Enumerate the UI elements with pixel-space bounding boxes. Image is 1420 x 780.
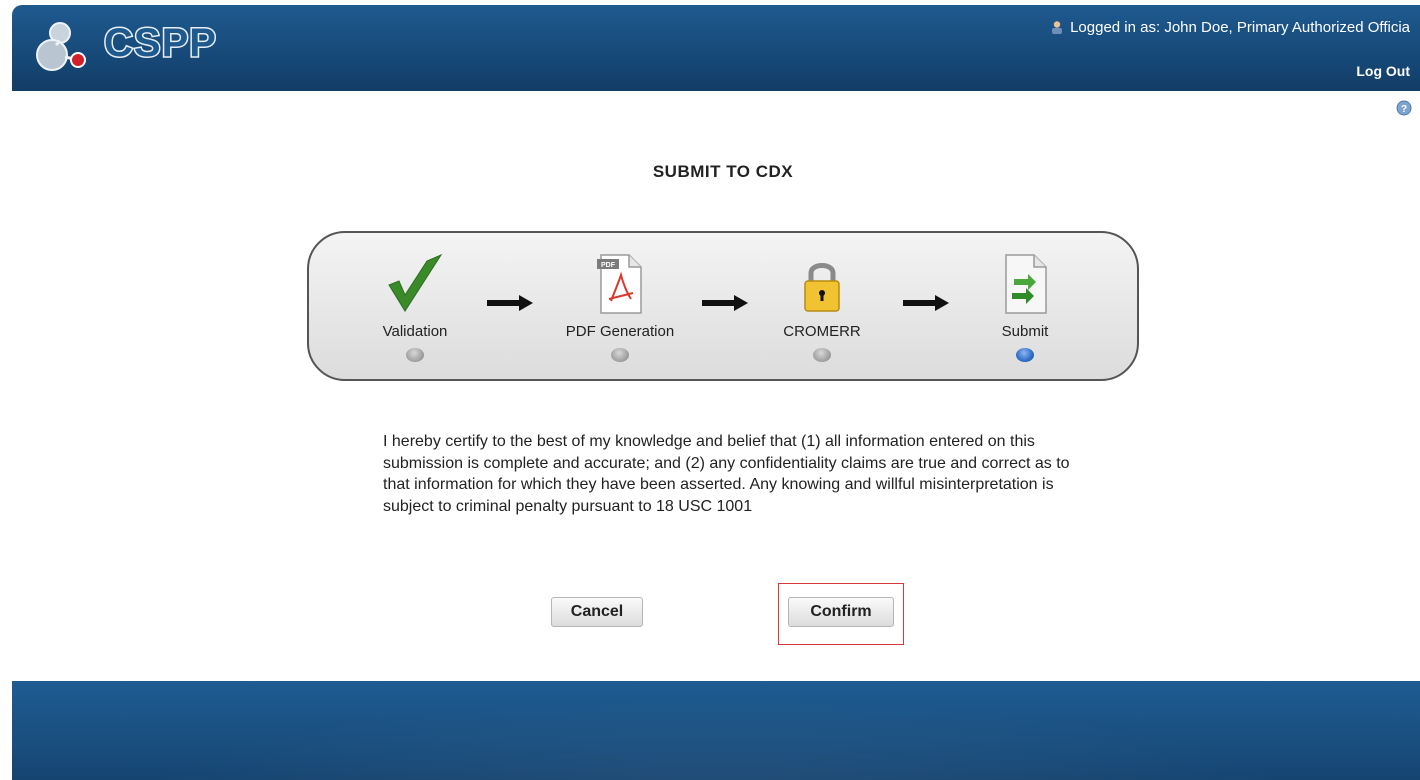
footer-shine	[12, 681, 1420, 780]
step-cromerr: CROMERR	[747, 245, 897, 362]
cancel-button[interactable]: Cancel	[551, 597, 643, 627]
step-status-dot-active	[1016, 348, 1034, 362]
logged-in-info: Logged in as: John Doe, Primary Authoriz…	[1050, 19, 1410, 38]
page-footer	[12, 681, 1420, 780]
step-status-dot	[406, 348, 424, 362]
step-pdf-generation: PDF PDF Generation	[545, 245, 695, 362]
logged-in-text: Logged in as: John Doe, Primary Authoriz…	[1070, 19, 1410, 36]
step-status-dot	[611, 348, 629, 362]
certification-statement: I hereby certify to the best of my knowl…	[383, 433, 1070, 515]
step-label: CROMERR	[783, 323, 861, 340]
svg-text:PDF: PDF	[601, 262, 616, 269]
svg-text:?: ?	[1401, 104, 1407, 115]
help-icon[interactable]: ?	[1396, 100, 1412, 116]
cspp-logo[interactable]: CSPP	[32, 17, 252, 77]
submit-document-icon	[950, 245, 1100, 315]
submission-steps-panel: Validation PDF PDF Generation CROMERR Su…	[307, 231, 1139, 381]
confirm-button[interactable]: Confirm	[788, 597, 894, 627]
padlock-icon	[747, 245, 897, 315]
step-status-dot	[813, 348, 831, 362]
step-submit: Submit	[950, 245, 1100, 362]
page-title: SUBMIT TO CDX	[652, 162, 794, 181]
step-label: PDF Generation	[565, 323, 675, 340]
step-label: Submit	[1001, 323, 1049, 340]
user-icon	[1050, 20, 1064, 38]
step-validation: Validation	[340, 245, 490, 362]
arrow-right-icon	[903, 295, 949, 311]
arrow-right-icon	[702, 295, 748, 311]
logo-text: CSPP	[103, 20, 218, 67]
step-label: Validation	[382, 323, 448, 340]
checkmark-icon	[340, 245, 490, 315]
logout-link[interactable]: Log Out	[1356, 63, 1410, 79]
app-header: CSPP Logged in as: John Doe, Primary Aut…	[12, 5, 1420, 91]
molecule-logo-icon	[36, 22, 86, 71]
arrow-right-icon	[487, 295, 533, 311]
pdf-document-icon: PDF	[545, 245, 695, 315]
